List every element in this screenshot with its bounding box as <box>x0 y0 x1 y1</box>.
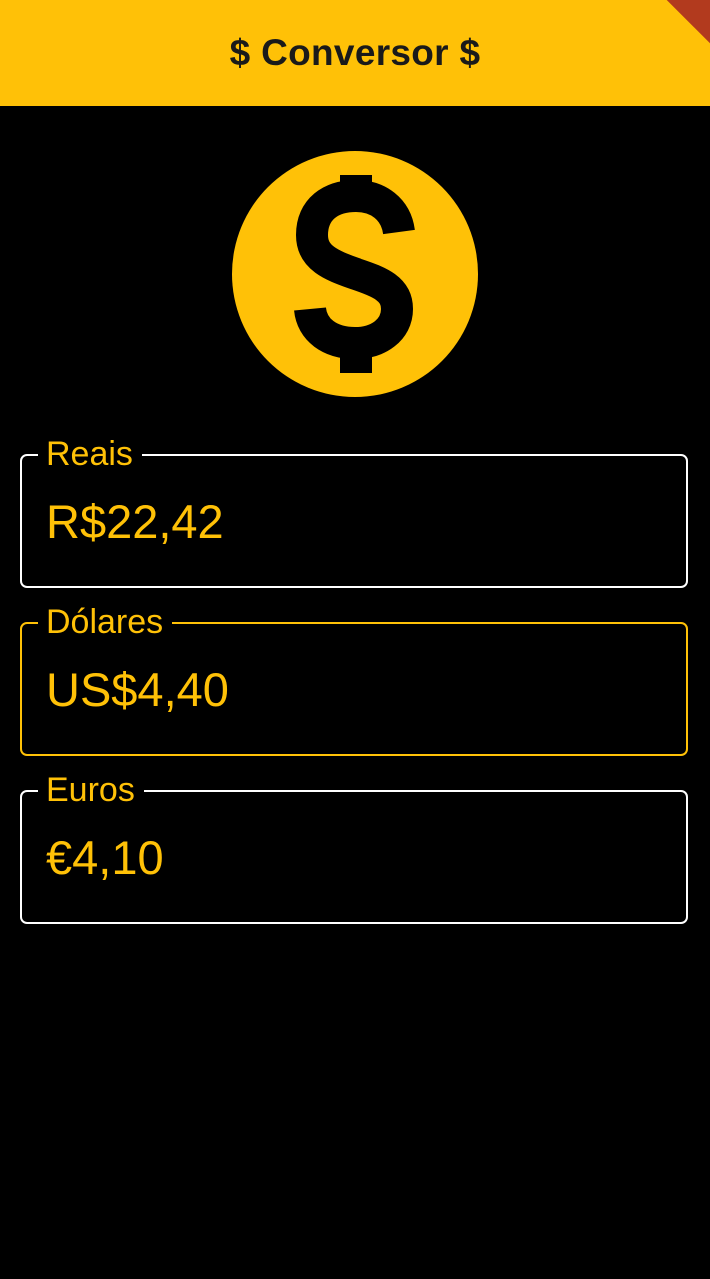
app-bar: $ Conversor $ <box>0 0 710 106</box>
euros-input[interactable] <box>46 830 666 885</box>
dolares-input[interactable] <box>46 662 666 717</box>
app-title: $ Conversor $ <box>229 32 481 73</box>
dolares-label: Dólares <box>38 602 173 642</box>
debug-banner <box>641 0 710 54</box>
reais-field[interactable]: Reais <box>20 434 688 588</box>
reais-input[interactable] <box>46 494 666 549</box>
app-screen: $ Conversor $ Reais Dólares Euros <box>0 0 710 1279</box>
reais-label: Reais <box>38 434 142 474</box>
euros-label: Euros <box>38 770 144 810</box>
dolares-field[interactable]: Dólares <box>20 602 688 756</box>
euros-field[interactable]: Euros <box>20 770 688 924</box>
monetization-icon <box>232 151 478 397</box>
